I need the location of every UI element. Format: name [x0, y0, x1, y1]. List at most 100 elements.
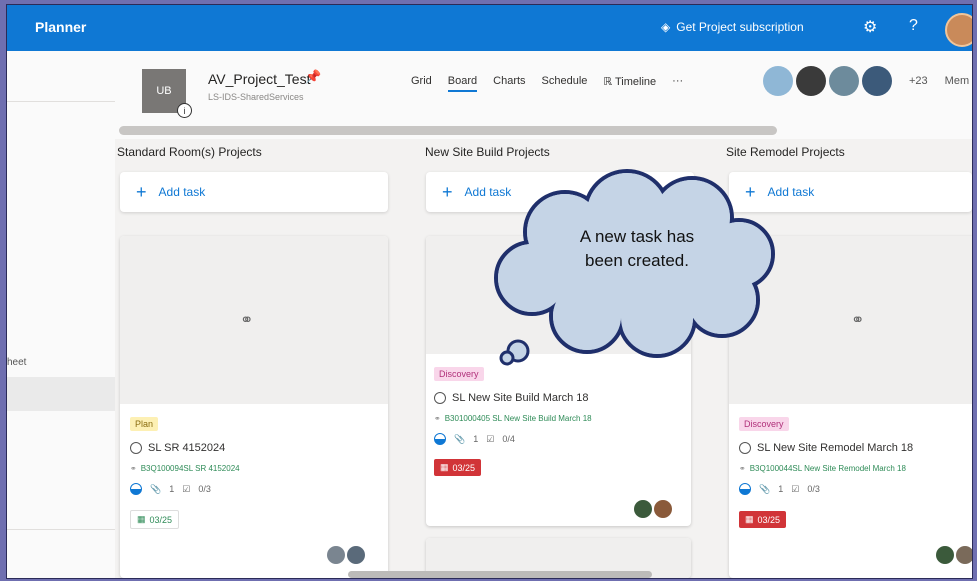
bucket-title[interactable]: New Site Build Projects: [425, 145, 550, 159]
task-name: SL New Site Remodel March 18: [757, 442, 914, 454]
due-date-text: 03/25: [757, 514, 781, 525]
attachment-icon: 📎: [454, 433, 466, 444]
subscription-link[interactable]: ◈ Get Project subscription: [661, 20, 804, 34]
link-icon: ⚭: [851, 312, 865, 329]
assignee-avatar[interactable]: [634, 500, 652, 518]
assignee-avatar[interactable]: [654, 500, 672, 518]
checklist-count: 0/4: [502, 434, 515, 444]
screenshot-frame: Planner ◈ Get Project subscription ⚙ ? h…: [6, 4, 973, 579]
tab-timeline[interactable]: ℝ Timeline: [603, 75, 656, 92]
task-meta: 📎 1 ☑ 0/3: [739, 483, 972, 495]
diamond-icon: ◈: [661, 20, 671, 34]
user-avatar[interactable]: [945, 13, 972, 47]
tab-schedule[interactable]: Schedule: [542, 75, 588, 92]
progress-icon[interactable]: [739, 483, 751, 495]
card-preview: ⚭: [120, 236, 388, 404]
members-label[interactable]: Mem: [945, 75, 969, 87]
tab-charts[interactable]: Charts: [493, 75, 525, 92]
more-views-button[interactable]: ···: [672, 75, 683, 92]
checklist-count: 0/3: [198, 484, 211, 494]
add-task-label: Add task: [158, 185, 206, 199]
task-title[interactable]: SL New Site Remodel March 18: [739, 442, 972, 454]
complete-checkbox[interactable]: [130, 442, 142, 454]
assignee-avatar[interactable]: [936, 546, 954, 564]
nav-selected-item[interactable]: [7, 377, 115, 411]
attachment-count: 1: [473, 434, 479, 444]
calendar-icon: ▦: [745, 514, 754, 524]
plus-icon: +: [136, 181, 147, 202]
task-title[interactable]: SL SR 4152024: [130, 442, 378, 454]
due-date-text: 03/25: [452, 462, 476, 473]
link-icon: ⚭: [130, 464, 137, 473]
task-name: SL New Site Build March 18: [452, 392, 589, 404]
view-tabs: Grid Board Charts Schedule ℝ Timeline ··…: [411, 75, 683, 92]
tab-timeline-label: Timeline: [615, 76, 657, 88]
timeline-icon: ℝ: [603, 76, 615, 88]
calendar-icon: ▦: [440, 462, 449, 472]
due-date[interactable]: ▦ 03/25: [739, 511, 787, 528]
members-group[interactable]: +23 Mem: [763, 66, 969, 96]
board-scrollbar[interactable]: [348, 571, 652, 578]
assignee-avatar[interactable]: [327, 546, 345, 564]
member-avatar: [862, 66, 892, 96]
attachment-count: 1: [778, 484, 784, 494]
plan-group[interactable]: LS-IDS-SharedServices: [208, 92, 304, 102]
assignee-avatar[interactable]: [347, 546, 365, 564]
task-meta: 📎 1 ☑ 0/3: [130, 483, 378, 495]
complete-checkbox[interactable]: [434, 392, 446, 404]
checklist-icon: ☑: [486, 433, 495, 444]
due-date[interactable]: ▦ 03/25: [434, 459, 482, 476]
task-title[interactable]: SL New Site Build March 18: [434, 392, 681, 404]
tab-board[interactable]: Board: [447, 75, 478, 92]
tab-grid[interactable]: Grid: [411, 75, 432, 92]
task-meta: 📎 1 ☑ 0/4: [434, 433, 681, 445]
nav-fragment-text[interactable]: heet: [7, 357, 26, 368]
task-card[interactable]: ⚭ Plan SL SR 4152024 ⚭ B3Q100094SL SR 415…: [120, 236, 388, 578]
add-task-button[interactable]: + Add task: [120, 172, 388, 212]
calendar-icon: ▦: [137, 514, 146, 524]
attachment-icon: 📎: [759, 483, 771, 494]
top-bar: Planner ◈ Get Project subscription ⚙ ?: [7, 5, 972, 51]
app-title[interactable]: Planner: [35, 19, 86, 35]
attachment-icon: 📎: [150, 483, 162, 494]
divider: [7, 101, 115, 102]
member-avatar: [829, 66, 859, 96]
checklist-icon: ☑: [182, 483, 191, 494]
left-nav: heet: [7, 51, 115, 578]
task-link-text: B3Q100094SL SR 4152024: [140, 464, 240, 473]
label-tag[interactable]: Plan: [130, 417, 159, 431]
header-scrollbar[interactable]: [119, 126, 777, 135]
member-avatar: [763, 66, 793, 96]
task-name: SL SR 4152024: [148, 442, 226, 454]
attachment-count: 1: [169, 484, 175, 494]
member-count[interactable]: +23: [909, 75, 928, 87]
info-icon[interactable]: i: [177, 103, 192, 118]
task-link[interactable]: ⚭ B3Q100044SL New Site Remodel March 18: [739, 464, 972, 473]
subscription-label: Get Project subscription: [676, 20, 804, 34]
label-tag[interactable]: Discovery: [739, 417, 789, 431]
callout-text: A new task has been created.: [579, 227, 695, 270]
link-icon: ⚭: [739, 464, 746, 473]
help-button[interactable]: ?: [909, 17, 918, 35]
due-date[interactable]: ▦ 03/25: [130, 510, 180, 529]
assignee-avatar[interactable]: [956, 546, 972, 564]
due-row: ▦ 03/25: [434, 457, 681, 476]
bucket-title[interactable]: Site Remodel Projects: [726, 145, 845, 159]
progress-icon[interactable]: [434, 433, 446, 445]
progress-icon[interactable]: [130, 483, 142, 495]
task-link-text: B3Q100044SL New Site Remodel March 18: [749, 464, 906, 473]
checklist-icon: ☑: [791, 483, 800, 494]
pin-icon[interactable]: 📌: [305, 69, 321, 85]
checklist-count: 0/3: [807, 484, 820, 494]
divider: [7, 529, 115, 530]
link-icon: ⚭: [434, 414, 441, 423]
plus-icon: +: [442, 181, 453, 202]
callout-cloud: A new task has been created.: [477, 168, 807, 373]
task-link[interactable]: ⚭ B3Q100094SL SR 4152024: [130, 464, 378, 473]
due-row: ▦ 03/25: [739, 509, 972, 528]
gear-icon[interactable]: ⚙: [863, 17, 877, 37]
bucket-title[interactable]: Standard Room(s) Projects: [117, 145, 262, 159]
due-date-text: 03/25: [149, 514, 173, 525]
complete-checkbox[interactable]: [739, 442, 751, 454]
task-link[interactable]: ⚭ B301000405 SL New Site Build March 18: [434, 414, 681, 423]
